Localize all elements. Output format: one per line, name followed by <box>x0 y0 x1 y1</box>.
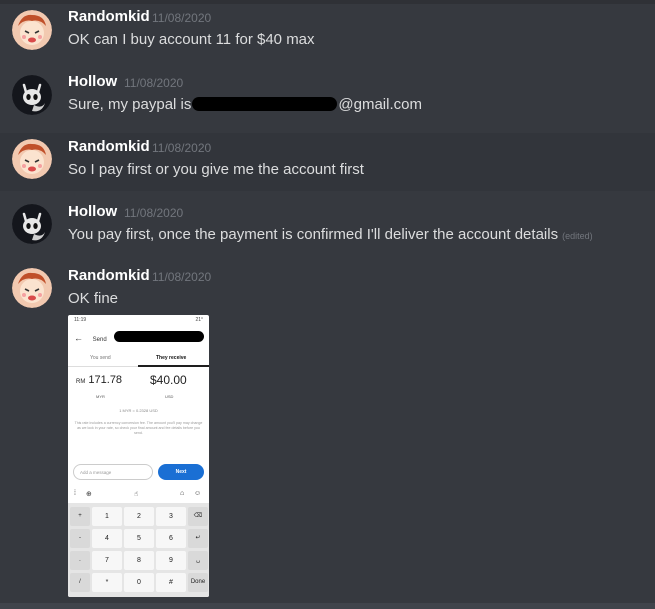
send-currency-prefix: RM <box>76 379 86 385</box>
message: Hollow 11/08/2020 Sure, my paypal is @gma… <box>0 69 655 127</box>
exchange-rate: 1 MYR = 0.2328 USD <box>119 408 158 413</box>
keypad-key: 3 <box>156 507 186 526</box>
currency-tabs: You send They receive <box>68 352 209 367</box>
redacted-blob <box>114 331 204 342</box>
timestamp: 11/08/2020 <box>152 11 212 25</box>
username[interactable]: Randomkid <box>68 8 150 25</box>
timestamp: 11/08/2020 <box>124 76 184 90</box>
shirt-icon: ⌂ <box>180 490 185 497</box>
globe-icon: ⊕ <box>86 491 92 498</box>
message-composer[interactable] <box>0 603 655 609</box>
randomkid-avatar-icon <box>12 268 52 308</box>
send-amount: RM 171.78 <box>76 374 122 386</box>
keypad-row: - 4 5 6 ↵ <box>70 529 208 549</box>
message-input: Add a message <box>73 464 153 480</box>
keypad-key: 1 <box>92 507 122 526</box>
keypad-row: + 1 2 3 ⌫ <box>70 507 208 527</box>
randomkid-avatar-icon <box>12 139 52 179</box>
keypad-key: . <box>70 551 90 570</box>
edited-label: (edited) <box>562 231 593 241</box>
status-right: 21° <box>195 317 203 323</box>
back-arrow-icon: ← <box>74 333 83 343</box>
keypad-key: 0 <box>124 573 154 592</box>
tab-indicator <box>138 365 209 367</box>
message-text: So I pay first or you give me the accoun… <box>68 161 364 178</box>
status-time: 11:19 <box>74 317 87 323</box>
message-text-after: @gmail.com <box>338 96 422 113</box>
keypad-key: / <box>70 573 90 592</box>
keypad-key: ␣ <box>188 551 208 570</box>
keypad-key: 7 <box>92 551 122 570</box>
hollow-avatar-icon <box>12 204 52 244</box>
hollow-avatar-icon <box>12 75 52 115</box>
keypad-key: ⌫ <box>188 507 208 526</box>
tab-they-receive: They receive <box>156 355 187 361</box>
avatar[interactable] <box>12 10 52 50</box>
keyboard-toolbar: ⁞ ⊕ ☝ ⌂ ☺ <box>68 487 209 501</box>
receive-amount: $40.00 <box>150 373 187 387</box>
fee-note: This rate includes a currency conversion… <box>74 421 203 435</box>
hand-icon: ☝ <box>134 491 139 498</box>
keypad-key: + <box>70 507 90 526</box>
message-text-before: Sure, my paypal is <box>68 96 192 113</box>
next-button: Next <box>158 464 204 480</box>
randomkid-avatar-icon <box>12 10 52 50</box>
tab-you-send: You send <box>90 355 111 361</box>
message: Hollow 11/08/2020 You pay first, once th… <box>0 198 655 256</box>
keypad-key: ↵ <box>188 529 208 548</box>
avatar[interactable] <box>12 204 52 244</box>
keypad-key: - <box>70 529 90 548</box>
message-body: You pay first, once the payment is confi… <box>68 226 559 243</box>
keypad-key: 6 <box>156 529 186 548</box>
send-currency: MYR <box>96 394 105 399</box>
keypad-key: # <box>156 573 186 592</box>
redacted-blob <box>192 97 338 111</box>
send-header: ← Send <box>74 333 107 343</box>
image-attachment[interactable]: 11:19 21° ← Send You send They receive R… <box>68 315 209 597</box>
timestamp: 11/08/2020 <box>124 206 184 220</box>
username[interactable]: Hollow <box>68 73 117 90</box>
avatar[interactable] <box>12 268 52 308</box>
username[interactable]: Randomkid <box>68 138 150 155</box>
message: Randomkid 11/08/2020 OK can I buy accoun… <box>0 4 655 62</box>
message: Randomkid 11/08/2020 So I pay first or y… <box>0 133 655 191</box>
keypad-row: . 7 8 9 ␣ <box>70 551 208 571</box>
message-text: You pay first, once the payment is confi… <box>68 226 593 243</box>
keypad-key: 4 <box>92 529 122 548</box>
send-label: Send <box>92 337 107 343</box>
keypad-key: 9 <box>156 551 186 570</box>
message-text: OK can I buy account 11 for $40 max <box>68 31 315 48</box>
emoji-icon: ☺ <box>194 490 202 497</box>
numeric-keypad: + 1 2 3 ⌫ - 4 5 6 ↵ . 7 8 9 ␣ / * 0 # Do… <box>68 503 209 597</box>
keypad-key: 8 <box>124 551 154 570</box>
receive-currency: USD <box>165 394 174 399</box>
avatar[interactable] <box>12 75 52 115</box>
keypad-key: Done <box>188 573 208 592</box>
cursor-icon: ⁞ <box>74 490 76 497</box>
avatar[interactable] <box>12 139 52 179</box>
keypad-key: 2 <box>124 507 154 526</box>
username[interactable]: Hollow <box>68 203 117 220</box>
keypad-key: * <box>92 573 122 592</box>
keypad-row: / * 0 # Done <box>70 573 208 593</box>
send-amount-value: 171.78 <box>88 374 123 386</box>
timestamp: 11/08/2020 <box>152 141 212 155</box>
username[interactable]: Randomkid <box>68 267 150 284</box>
keypad-key: 5 <box>124 529 154 548</box>
phone-status-bar: 11:19 21° <box>74 317 203 323</box>
message-text: Sure, my paypal is @gmail.com <box>68 96 422 113</box>
timestamp: 11/08/2020 <box>152 270 212 284</box>
message-text: OK fine <box>68 290 119 307</box>
